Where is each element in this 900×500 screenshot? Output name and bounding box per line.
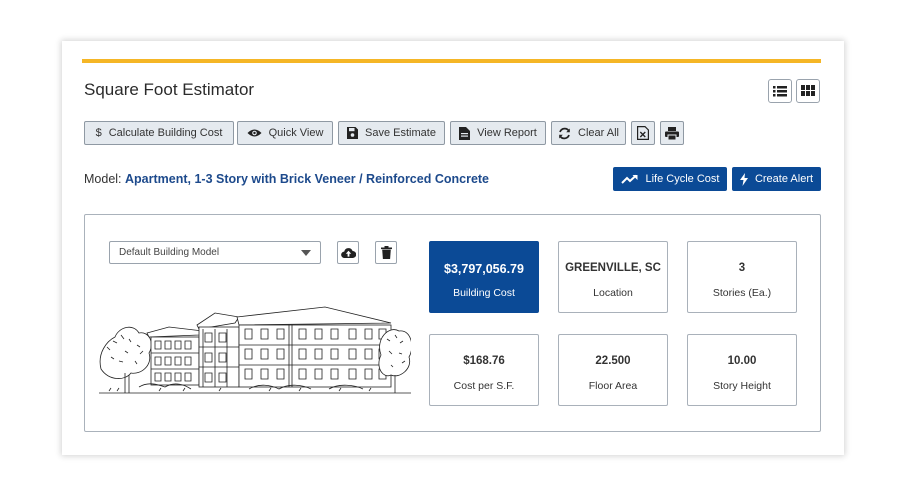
create-alert-button[interactable]: Create Alert	[732, 167, 821, 191]
upload-button[interactable]	[337, 241, 359, 264]
model-label: Model:	[84, 172, 122, 186]
export-excel-button[interactable]	[631, 121, 655, 145]
stories-label: Stories (Ea.)	[712, 287, 772, 299]
excel-file-icon	[637, 126, 649, 140]
dropdown-arrow-icon	[301, 250, 311, 256]
page-title: Square Foot Estimator	[84, 80, 255, 99]
floor-area-value: 22.500	[595, 355, 631, 367]
print-button[interactable]	[660, 121, 684, 145]
grid-view-button[interactable]	[796, 79, 820, 103]
calculate-building-cost-button[interactable]: $ Calculate Building Cost	[84, 121, 234, 145]
building-cost-label: Building Cost	[453, 287, 515, 299]
view-report-button[interactable]: View Report	[450, 121, 546, 145]
building-cost-card: $3,797,056.79 Building Cost	[429, 241, 539, 313]
building-model-select-value: Default Building Model	[119, 247, 220, 258]
location-value: GREENVILLE, SC	[565, 262, 661, 274]
model-value[interactable]: Apartment, 1-3 Story with Brick Veneer /…	[125, 172, 489, 186]
clear-all-label: Clear All	[578, 127, 619, 139]
life-cycle-cost-label: Life Cycle Cost	[645, 173, 720, 185]
location-card: GREENVILLE, SC Location	[558, 241, 668, 313]
story-height-card: 10.00 Story Height	[687, 334, 797, 406]
list-icon	[773, 86, 787, 97]
estimator-card: Square Foot Estimator $ Calculate Buildi…	[62, 41, 844, 455]
print-icon	[665, 126, 679, 140]
report-icon	[459, 126, 471, 140]
view-report-label: View Report	[477, 127, 537, 139]
save-icon	[347, 127, 359, 139]
model-line: Model: Apartment, 1-3 Story with Brick V…	[84, 172, 489, 186]
clear-all-button[interactable]: Clear All	[551, 121, 626, 145]
delete-button[interactable]	[375, 241, 397, 264]
lightning-icon	[739, 172, 748, 186]
story-height-value: 10.00	[727, 355, 757, 367]
building-cost-value: $3,797,056.79	[444, 262, 524, 276]
building-illustration	[99, 306, 411, 394]
cost-per-sf-value: $168.76	[463, 355, 505, 367]
quick-view-button[interactable]: Quick View	[237, 121, 333, 145]
floor-area-label: Floor Area	[588, 380, 638, 392]
accent-bar	[82, 59, 821, 63]
quick-view-label: Quick View	[268, 127, 324, 139]
trending-up-icon	[620, 174, 639, 184]
refresh-icon	[558, 127, 571, 140]
calculate-label: Calculate Building Cost	[108, 127, 223, 139]
cloud-upload-icon	[340, 248, 356, 258]
list-view-button[interactable]	[768, 79, 792, 103]
cost-per-sf-label: Cost per S.F.	[453, 380, 515, 392]
dollar-icon: $	[95, 127, 102, 139]
estimate-panel: Default Building Model $3,797,056.79 Bui…	[84, 214, 821, 432]
save-estimate-button[interactable]: Save Estimate	[338, 121, 445, 145]
building-model-select[interactable]: Default Building Model	[109, 241, 321, 264]
story-height-label: Story Height	[713, 380, 771, 392]
stories-card: 3 Stories (Ea.)	[687, 241, 797, 313]
eye-icon	[247, 128, 262, 138]
life-cycle-cost-button[interactable]: Life Cycle Cost	[613, 167, 727, 191]
create-alert-label: Create Alert	[754, 173, 814, 185]
save-estimate-label: Save Estimate	[365, 127, 436, 139]
location-label: Location	[593, 287, 633, 299]
stories-value: 3	[738, 262, 746, 274]
cost-per-sf-card: $168.76 Cost per S.F.	[429, 334, 539, 406]
floor-area-card: 22.500 Floor Area	[558, 334, 668, 406]
trash-icon	[380, 246, 392, 259]
grid-icon	[801, 85, 815, 96]
